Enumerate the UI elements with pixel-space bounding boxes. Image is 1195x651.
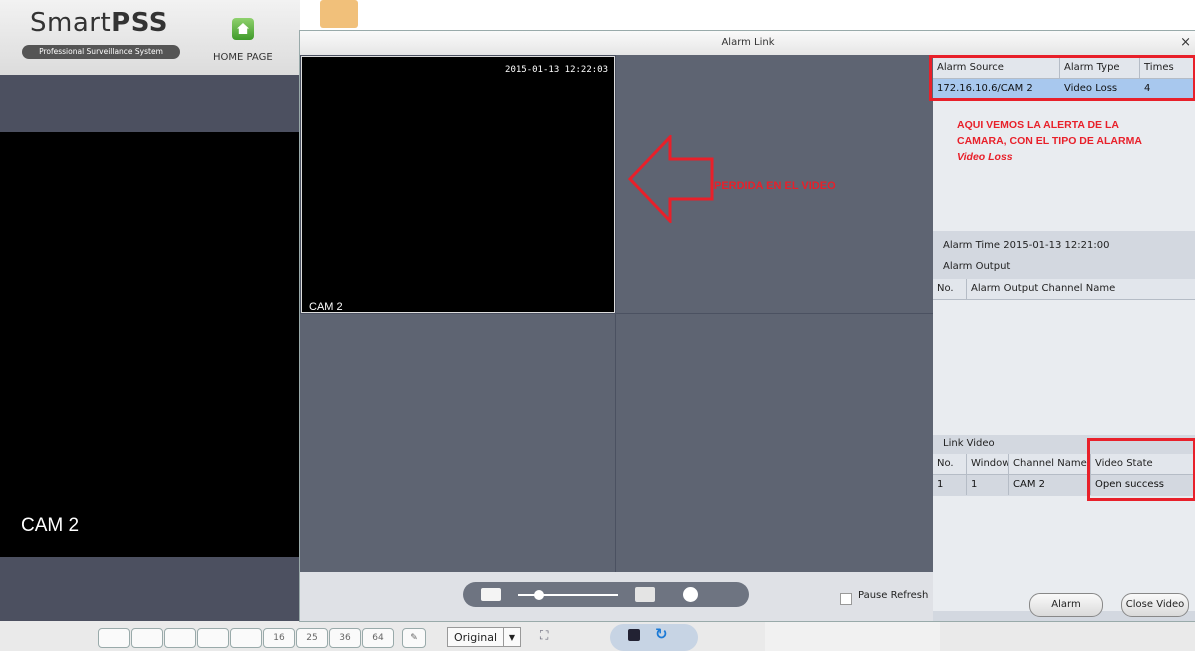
alarm-time-value: 2015-01-13 12:21:00 <box>1003 240 1110 251</box>
split-view-icon[interactable] <box>481 588 501 601</box>
output-table-header: No. Alarm Output Channel Name <box>933 279 1195 300</box>
output-no-header[interactable]: No. <box>933 279 967 299</box>
background-panel-bottom <box>0 557 300 621</box>
video-grid: 2015-01-13 12:22:03 CAM 2 PERDIDA EN EL … <box>300 55 933 572</box>
annotation-line-2: CAMARA, CON EL TIPO DE ALARMA <box>957 135 1142 147</box>
link-channel-header[interactable]: Channel Name <box>1009 454 1091 474</box>
pause-refresh-checkbox[interactable] <box>840 593 852 605</box>
annotation-box-state <box>1087 438 1195 501</box>
ptz-area <box>765 621 940 651</box>
app-tagline: Professional Surveillance System <box>22 45 180 59</box>
layout-25-button[interactable]: 25 <box>296 628 328 648</box>
video-loss-annotation: PERDIDA EN EL VIDEO <box>714 180 836 192</box>
annotation-arrow <box>628 135 714 223</box>
dialog-title: Alarm Link <box>721 37 775 48</box>
layout-6-button[interactable] <box>164 628 196 648</box>
link-window-header[interactable]: Window <box>967 454 1009 474</box>
output-list-area <box>933 300 1195 435</box>
refresh-icon[interactable]: ↻ <box>655 625 668 643</box>
annotation-line-3: Video Loss <box>957 151 1013 163</box>
save-icon[interactable] <box>628 629 640 641</box>
volume-slider-knob[interactable] <box>534 590 544 600</box>
alarm-button[interactable]: Alarm <box>1029 593 1103 617</box>
link-channel-cell: CAM 2 <box>1009 475 1091 495</box>
video-window-3[interactable] <box>300 314 615 572</box>
close-icon[interactable]: × <box>1180 31 1191 55</box>
video-timestamp: 2015-01-13 12:22:03 <box>505 65 608 75</box>
alarm-output-label: Alarm Output <box>943 261 1011 272</box>
alarm-time-label: Alarm Time <box>943 240 1001 251</box>
video-window-4[interactable] <box>616 314 933 572</box>
layout-36-button[interactable]: 36 <box>329 628 361 648</box>
video-window-1[interactable]: 2015-01-13 12:22:03 CAM 2 <box>301 56 615 313</box>
annotation-box-alarm <box>929 55 1195 101</box>
playback-pill <box>463 582 749 607</box>
background-camera-label: CAM 2 <box>21 515 80 536</box>
background-panel <box>0 75 300 132</box>
layout-4-button[interactable] <box>131 628 163 648</box>
link-window-cell: 1 <box>967 475 1009 495</box>
link-video-label: Link Video <box>943 438 995 449</box>
link-no-header[interactable]: No. <box>933 454 967 474</box>
link-no-cell: 1 <box>933 475 967 495</box>
layout-64-button[interactable]: 64 <box>362 628 394 648</box>
alarm-time: Alarm Time 2015-01-13 12:21:00 <box>943 240 1109 251</box>
fullscreen-icon[interactable]: ⛶ <box>540 628 548 643</box>
pause-refresh-label: Pause Refresh <box>858 590 929 601</box>
output-channel-header[interactable]: Alarm Output Channel Name <box>967 279 1195 299</box>
lock-icon[interactable] <box>683 587 698 602</box>
alarm-tab-icon[interactable] <box>320 0 358 28</box>
close-video-button[interactable]: Close Video <box>1121 593 1189 617</box>
layout-9-button[interactable] <box>230 628 262 648</box>
annotation-line-1: AQUI VEMOS LA ALERTA DE LA <box>957 119 1119 131</box>
alert-annotation: AQUI VEMOS LA ALERTA DE LA CAMARA, CON E… <box>957 117 1142 165</box>
scale-mode-select[interactable]: Original ▼ <box>447 627 521 647</box>
layout-16-button[interactable]: 16 <box>263 628 295 648</box>
background-video-window[interactable] <box>0 132 300 557</box>
record-controls <box>610 624 698 651</box>
dialog-title-bar[interactable]: Alarm Link <box>300 31 1195 56</box>
layout-1-button[interactable] <box>98 628 130 648</box>
app-logo: SmartPSS <box>30 8 168 38</box>
grid-layout-icon[interactable] <box>635 587 655 602</box>
dialog-control-bar: Pause Refresh <box>300 572 933 621</box>
home-page-label[interactable]: HOME PAGE <box>213 52 273 63</box>
video-camera-label: CAM 2 <box>309 301 343 313</box>
volume-slider-track[interactable] <box>518 594 618 596</box>
home-icon[interactable] <box>232 18 254 40</box>
layout-8-button[interactable] <box>197 628 229 648</box>
edit-layout-icon[interactable]: ✎ <box>402 628 426 648</box>
alarm-link-dialog: Alarm Link × 2015-01-13 12:22:03 CAM 2 P… <box>299 30 1195 622</box>
alarm-info-panel: Alarm Source Alarm Type Times 172.16.10.… <box>929 55 1195 621</box>
